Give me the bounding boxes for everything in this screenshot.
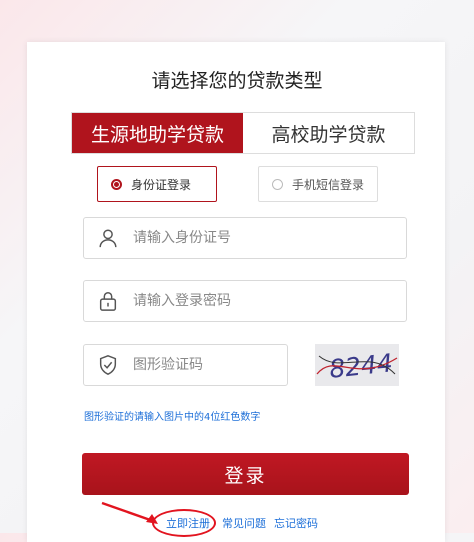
password-input[interactable] — [131, 292, 355, 310]
captcha-input[interactable] — [131, 356, 309, 374]
arrow-annotation-icon — [101, 501, 158, 524]
tab-student-origin-loan[interactable]: 生源地助学贷款 — [72, 113, 243, 153]
radio-selected-icon — [111, 178, 122, 190]
id-number-field — [83, 217, 407, 259]
forgot-password-link[interactable]: 忘记密码 — [274, 515, 318, 531]
id-number-input[interactable] — [131, 229, 355, 247]
id-card-login-label: 身份证登录 — [131, 177, 192, 192]
lock-icon — [99, 292, 117, 311]
sms-login-label: 手机短信登录 — [292, 177, 365, 192]
captcha-hint: 图形验证的请输入图片中的4位红色数字 — [84, 412, 261, 423]
faq-link[interactable]: 常见问题 — [222, 515, 266, 531]
loan-type-tabs: 生源地助学贷款 高校助学贷款 — [71, 112, 415, 154]
user-icon — [99, 229, 117, 248]
id-card-login-option[interactable]: 身份证登录 — [97, 166, 217, 202]
captcha-image[interactable]: 8244 — [315, 344, 399, 386]
captcha-field — [83, 344, 309, 386]
sms-login-option[interactable]: 手机短信登录 — [258, 166, 378, 202]
register-link[interactable]: 立即注册 — [166, 515, 210, 531]
password-field — [83, 280, 407, 322]
shield-check-icon — [99, 355, 117, 375]
login-button[interactable]: 登录 — [82, 453, 409, 495]
radio-unselected-icon — [272, 178, 283, 190]
page-title: 请选择您的贷款类型 — [151, 70, 323, 92]
tab-campus-loan[interactable]: 高校助学贷款 — [243, 113, 414, 153]
